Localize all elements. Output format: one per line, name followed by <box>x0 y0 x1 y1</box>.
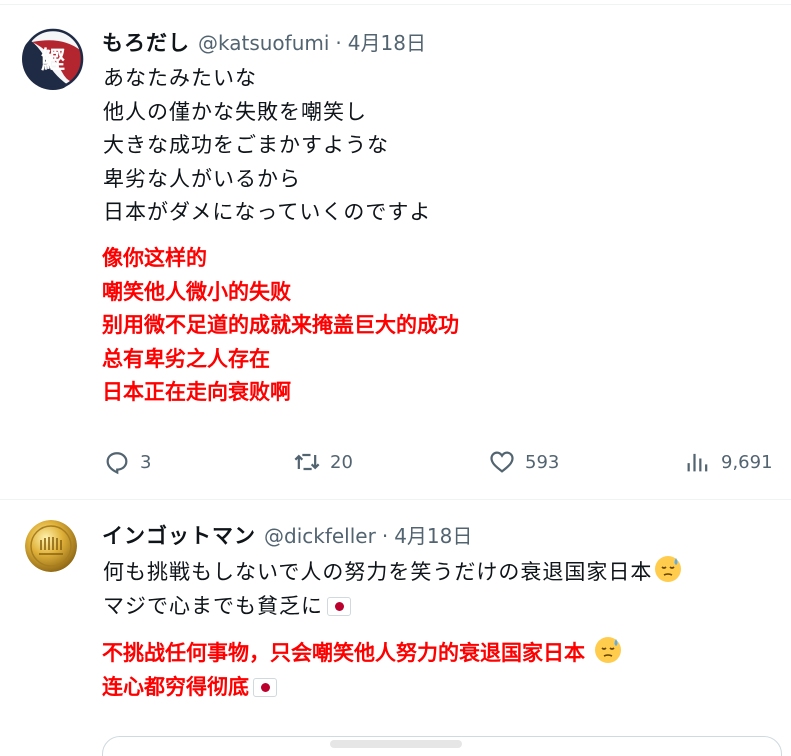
downcast-sweat-emoji-icon <box>655 556 682 582</box>
japan-flag-icon <box>327 596 351 616</box>
reply-count: 3 <box>140 451 152 473</box>
tweet-actions: 3 20 593 9,691 <box>0 444 791 480</box>
tweet-date[interactable]: 4月18日 <box>394 520 472 549</box>
translation-line: 不挑战任何事物，只会嘲笑他人努力的衰退国家日本 <box>102 636 622 671</box>
retweet-icon <box>294 453 320 471</box>
tweet-text-line: 何も挑戦もしないで人の努力を笑うだけの衰退国家日本 <box>103 555 682 590</box>
user-handle[interactable]: @katsuofumi <box>198 31 329 55</box>
heart-icon <box>490 451 514 473</box>
separator-dot: · <box>381 524 389 548</box>
translation-line: 像你这样的 <box>102 246 207 270</box>
avatar-logo-text: 鰹 <box>41 46 65 74</box>
translation-overlay: 像你这样的 嘲笑他人微小的失败 别用微不足道的成就来掩盖巨大的成功 总有卑劣之人… <box>102 242 459 410</box>
tweet-header: インゴットマン @dickfeller · 4月18日 <box>102 520 472 550</box>
translation-segment: 不挑战任何事物，只会嘲笑他人努力的衰退国家日本 <box>102 641 585 665</box>
tweet-text-segment: 何も挑戦もしないで人の努力を笑うだけの衰退国家日本 <box>103 560 653 584</box>
tweet-text-line: 卑劣な人がいるから <box>103 166 301 191</box>
display-name[interactable]: インゴットマン <box>102 520 256 550</box>
tweet-1[interactable]: 鰹 もろだし @katsuofumi · 4月18日 あなたみたいな 他人の僅か… <box>0 0 791 500</box>
tweet-text-line: 日本がダメになっていくのですよ <box>103 200 432 224</box>
separator-dot: · <box>335 31 342 55</box>
retweet-button[interactable]: 20 <box>293 444 353 480</box>
tweet-text: あなたみたいな 他人の僅かな失敗を嘲笑し 大きな成功をごまかすような 卑劣な人が… <box>103 62 431 230</box>
like-button[interactable]: 593 <box>488 444 559 480</box>
tweet-text-line: 他人の僅かな失敗を嘲笑し <box>103 99 367 124</box>
tweet-header: もろだし @katsuofumi · 4月18日 <box>102 27 426 57</box>
views-icon <box>687 453 708 472</box>
scroll-indicator[interactable] <box>330 740 462 748</box>
translation-line: 嘲笑他人微小的失败 <box>102 279 291 304</box>
avatar[interactable] <box>25 520 77 572</box>
like-count: 593 <box>525 451 560 473</box>
tweet-text-segment: マジで心までも貧乏に <box>103 593 323 618</box>
reply-button[interactable]: 3 <box>103 444 151 480</box>
avatar[interactable]: 鰹 <box>22 28 84 90</box>
display-name[interactable]: もろだし <box>102 27 190 57</box>
reply-icon <box>106 452 128 475</box>
tweet-text-line: 大きな成功をごまかすような <box>103 133 389 157</box>
japan-flag-icon <box>253 677 277 697</box>
translation-line: 总有卑劣之人存在 <box>102 346 270 371</box>
translation-line: 连心都穷得彻底 <box>102 671 622 705</box>
translation-segment: 连心都穷得彻底 <box>102 674 249 699</box>
views-button[interactable]: 9,691 <box>684 444 773 480</box>
tweet-text: 何も挑戦もしないで人の努力を笑うだけの衰退国家日本 マジで心までも貧乏に <box>103 555 682 623</box>
translation-line: 别用微不足道的成就来掩盖巨大的成功 <box>102 313 459 337</box>
tweet-text-line: マジで心までも貧乏に <box>103 590 682 624</box>
retweet-count: 20 <box>330 451 353 473</box>
tweet-date[interactable]: 4月18日 <box>348 27 426 56</box>
user-handle[interactable]: @dickfeller <box>264 524 376 548</box>
tweet-2[interactable]: インゴットマン @dickfeller · 4月18日 何も挑戦もしないで人の努… <box>0 500 791 756</box>
downcast-sweat-emoji-icon <box>595 637 622 663</box>
translation-line: 日本正在走向衰败啊 <box>102 380 291 404</box>
views-count: 9,691 <box>721 451 773 473</box>
translation-overlay: 不挑战任何事物，只会嘲笑他人努力的衰退国家日本 连心都穷得彻底 <box>102 636 622 704</box>
tweet-text-line: あなたみたいな <box>103 66 257 90</box>
